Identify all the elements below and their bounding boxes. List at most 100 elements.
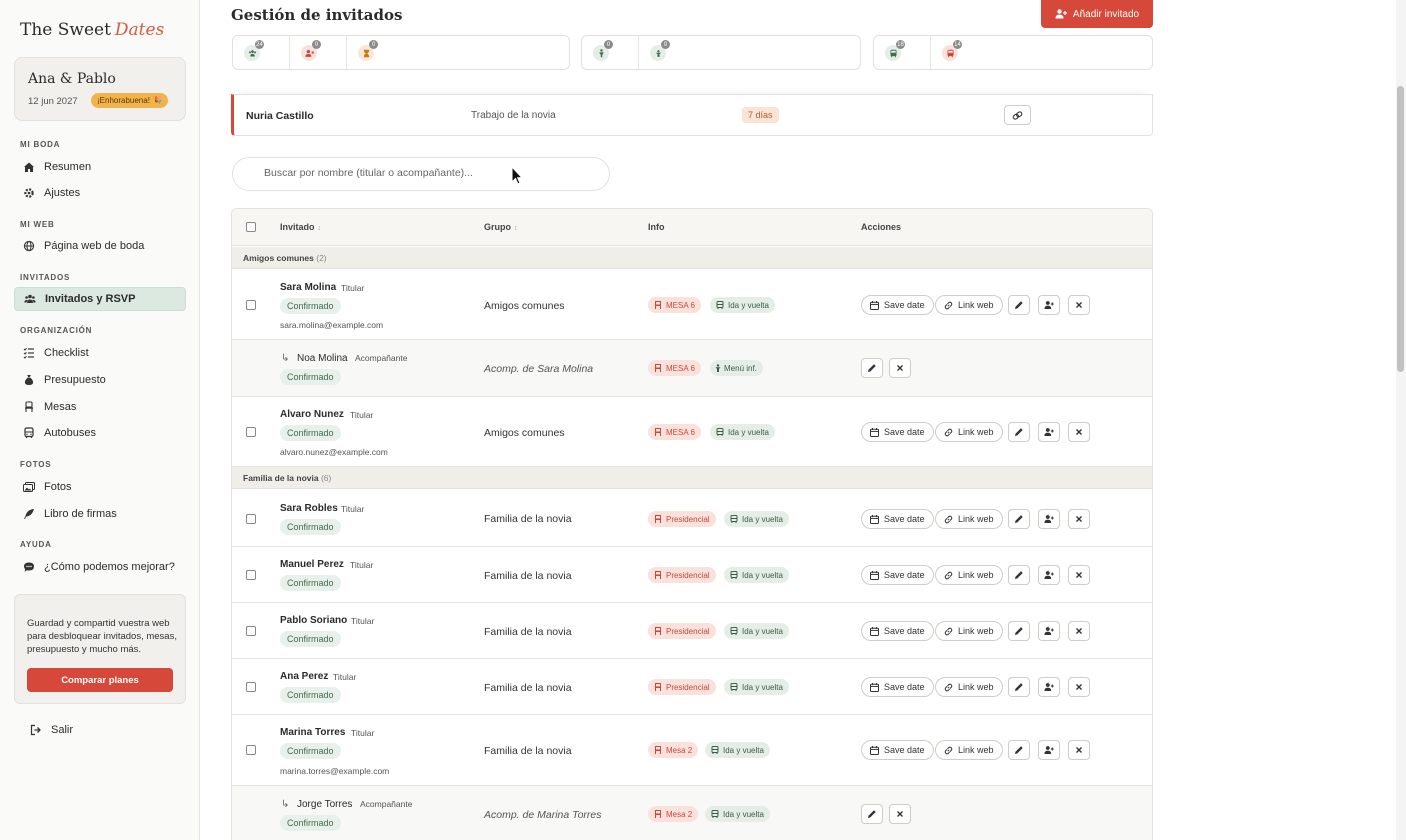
add-companion-button[interactable] [1038, 509, 1060, 529]
guest-role: Acompañante [360, 799, 413, 809]
row-checkbox[interactable] [246, 514, 256, 524]
save-date-button[interactable]: Save date [861, 740, 934, 760]
row-checkbox[interactable] [246, 300, 256, 310]
stat-declined[interactable]: 0 [290, 36, 347, 69]
add-companion-button[interactable] [1038, 621, 1060, 641]
status-badge: Confirmado [280, 743, 341, 759]
column-header-guest[interactable]: Invitado ↕ [280, 222, 321, 232]
edit-button[interactable] [1008, 509, 1030, 529]
search-input[interactable] [264, 167, 594, 179]
delete-button[interactable] [1068, 740, 1090, 760]
sidebar-item-ajustes[interactable]: Ajustes [14, 181, 186, 205]
compare-plans-button[interactable]: Comparar planes [27, 668, 173, 692]
add-companion-button[interactable] [1038, 740, 1060, 760]
row-checkbox[interactable] [246, 570, 256, 580]
delete-button[interactable] [1068, 295, 1090, 315]
link-web-button[interactable]: Link web [935, 422, 1003, 442]
row-checkbox[interactable] [246, 626, 256, 636]
delete-button[interactable] [1068, 565, 1090, 585]
link-web-button[interactable]: Link web [935, 740, 1003, 760]
sidebar-item-fotos[interactable]: Fotos [14, 475, 186, 499]
user-plus-icon [1044, 683, 1054, 691]
logout-button[interactable]: Salir [30, 724, 73, 736]
column-header-info: Info [648, 222, 665, 232]
link-web-button[interactable]: Link web [935, 677, 1003, 697]
link-web-button[interactable]: Link web [935, 509, 1003, 529]
guest-role: Titular [351, 616, 375, 626]
edit-button[interactable] [1008, 740, 1030, 760]
edit-button[interactable] [1008, 565, 1030, 585]
close-icon [1076, 572, 1082, 578]
menu-tag: Menú inf. [710, 360, 763, 376]
sidebar-item-feedback[interactable]: ¿Cómo podemos mejorar? [14, 555, 186, 579]
delete-button[interactable] [1068, 621, 1090, 641]
select-all-checkbox[interactable] [246, 222, 256, 232]
save-date-button[interactable]: Save date [861, 509, 934, 529]
edit-button[interactable] [1008, 621, 1030, 641]
sidebar-item-autobuses[interactable]: Autobuses [14, 421, 186, 445]
table-row: Ana Perez Titular Confirmado Familia de … [232, 659, 1152, 715]
app-logo[interactable]: The Sweet Dates [20, 20, 164, 40]
delete-button[interactable] [889, 804, 911, 824]
copy-link-button[interactable] [1004, 105, 1031, 125]
save-date-button[interactable]: Save date [861, 422, 934, 442]
link-icon [944, 515, 953, 524]
add-companion-button[interactable] [1038, 677, 1060, 697]
user-plus-icon [1044, 627, 1054, 635]
group-title: Familia de la novia (6) [243, 473, 332, 483]
add-companion-button[interactable] [1038, 295, 1060, 315]
sidebar-item-resumen[interactable]: Resumen [14, 155, 186, 179]
sidebar-item-presupuesto[interactable]: Presupuesto [14, 368, 186, 392]
edit-button[interactable] [861, 804, 883, 824]
delete-button[interactable] [1068, 677, 1090, 697]
group-header: Amigos comunes (2) [232, 247, 1152, 269]
save-date-button[interactable]: Save date [861, 677, 934, 697]
add-companion-button[interactable] [1038, 422, 1060, 442]
sidebar-item-mesas[interactable]: Mesas [14, 395, 186, 419]
add-guest-button[interactable]: Añadir invitado [1041, 0, 1153, 28]
link-web-button[interactable]: Link web [935, 295, 1003, 315]
row-checkbox[interactable] [246, 745, 256, 755]
edit-button[interactable] [1008, 295, 1030, 315]
sidebar-item-pagina-web[interactable]: Página web de boda [14, 234, 186, 258]
save-date-button[interactable]: Save date [861, 621, 934, 641]
gear-icon [23, 187, 35, 199]
promo-text: Guardad y compartid vuestra web para des… [27, 618, 177, 655]
row-checkbox[interactable] [246, 682, 256, 692]
link-icon [944, 683, 953, 692]
link-icon [944, 571, 953, 580]
edit-button[interactable] [1008, 422, 1030, 442]
table-row: Pablo Soriano Titular Confirmado Familia… [232, 603, 1152, 659]
link-web-button[interactable]: Link web [935, 565, 1003, 585]
row-checkbox[interactable] [246, 427, 256, 437]
delete-button[interactable] [1068, 509, 1090, 529]
add-companion-button[interactable] [1038, 565, 1060, 585]
stat-adults[interactable]: 0 [582, 36, 639, 69]
delete-button[interactable] [889, 358, 911, 378]
search-box [232, 157, 610, 191]
guest-group: Familia de la novia [484, 682, 572, 694]
column-header-group[interactable]: Grupo ↕ [484, 222, 518, 232]
stat-bus-roundtrip[interactable]: 18 [874, 36, 931, 69]
sidebar-item-checklist[interactable]: Checklist [14, 341, 186, 365]
save-date-button[interactable]: Save date [861, 295, 934, 315]
link-web-button[interactable]: Link web [935, 621, 1003, 641]
stat-total[interactable]: 24 [233, 36, 290, 69]
table-tag: Presidencial [648, 511, 716, 527]
nav-section-title: ORGANIZACIÓN [20, 326, 93, 335]
sidebar-item-libro-firmas[interactable]: Libro de firmas [14, 502, 186, 526]
stat-bus-other[interactable]: 14 [931, 36, 1152, 69]
stat-pending[interactable]: 0 [347, 36, 569, 69]
table-row-companion: ↳ Jorge Torres Acompañante Confirmado Ac… [232, 786, 1152, 840]
guest-name: Pablo Soriano [280, 615, 348, 626]
stat-children[interactable]: 0 [639, 36, 860, 69]
sidebar-item-invitados[interactable]: Invitados y RSVP [14, 287, 186, 311]
save-date-button[interactable]: Save date [861, 565, 934, 585]
checklist-icon [23, 347, 35, 359]
edit-button[interactable] [861, 358, 883, 378]
scrollbar-thumb[interactable] [1397, 86, 1404, 372]
transport-tag: Ida y vuelta [705, 806, 770, 822]
delete-button[interactable] [1068, 422, 1090, 442]
guest-name: Ana Perez [280, 671, 329, 682]
edit-button[interactable] [1008, 677, 1030, 697]
